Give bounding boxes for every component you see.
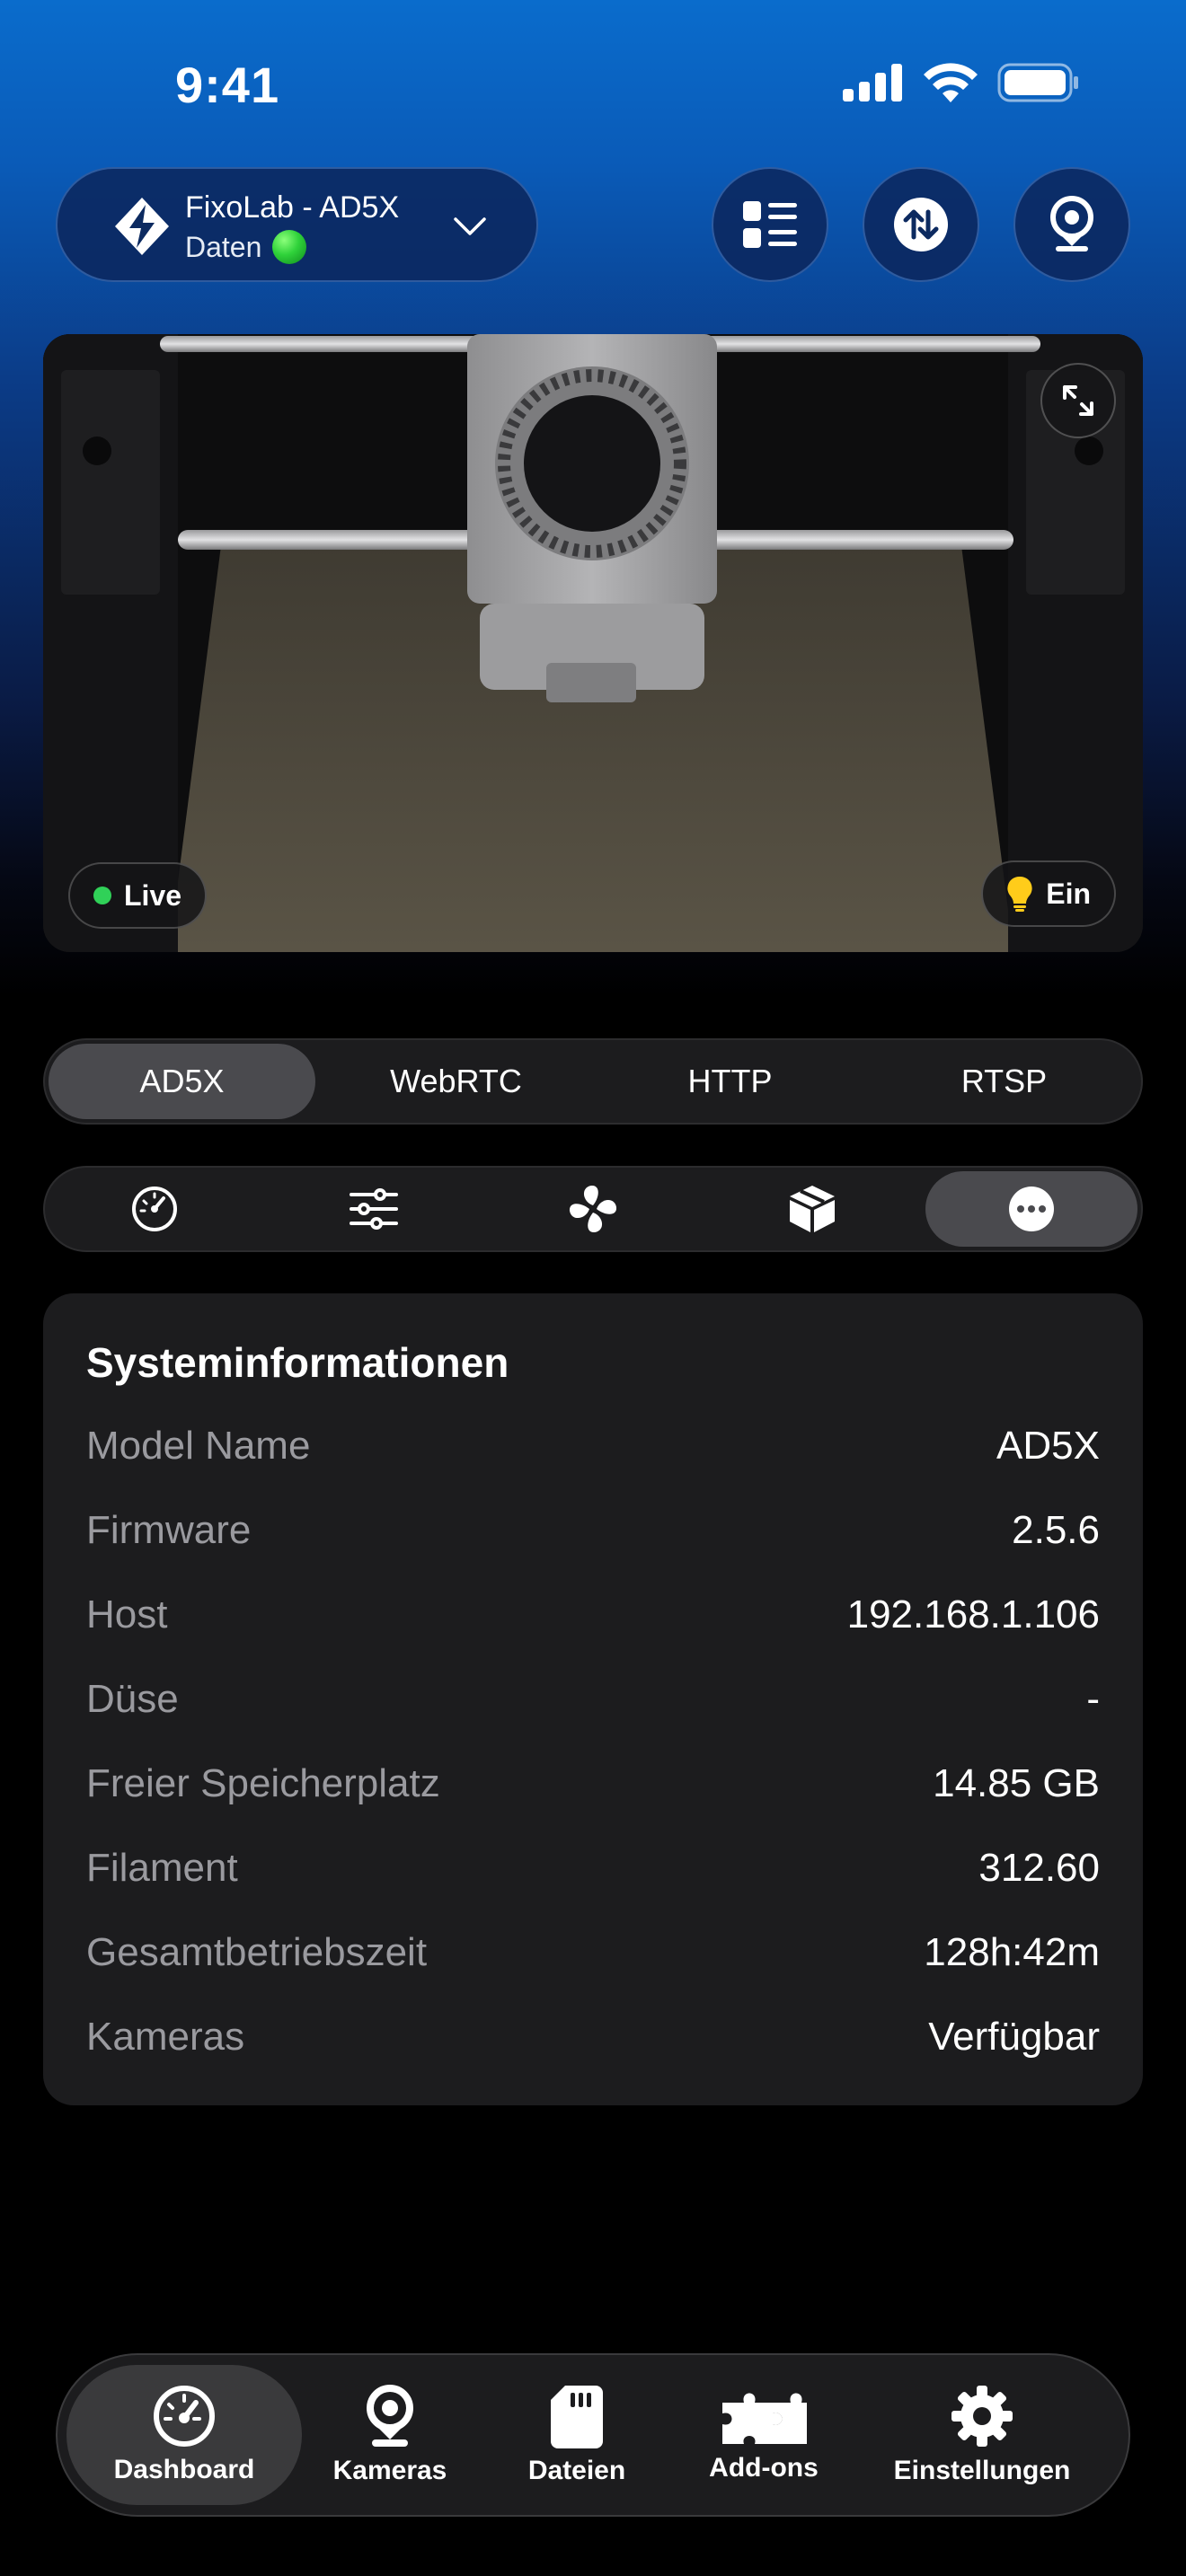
tabbar-einstellungen[interactable]: Einstellungen: [852, 2365, 1112, 2505]
tabbar-dateien[interactable]: Dateien: [478, 2365, 676, 2505]
camera-feed[interactable]: Live Ein: [43, 334, 1143, 952]
printer-status-label: Daten: [185, 230, 262, 263]
tab-controls[interactable]: [268, 1171, 480, 1247]
tab-more[interactable]: [925, 1171, 1137, 1247]
transfer-button[interactable]: [863, 167, 979, 282]
info-row-host: Host 192.168.1.106: [86, 1588, 1100, 1642]
gauge-icon: [132, 1187, 177, 1231]
tabbar-dashboard[interactable]: Dashboard: [66, 2365, 302, 2505]
sliders-icon: [350, 1188, 398, 1230]
info-label: Firmware: [86, 1508, 252, 1552]
printer-name: FixoLab - AD5X: [185, 190, 400, 225]
transfer-icon: [894, 198, 948, 251]
fan-icon: [569, 1185, 617, 1233]
list-button[interactable]: [712, 167, 828, 282]
info-label: Düse: [86, 1677, 179, 1721]
info-value: -: [1086, 1677, 1100, 1721]
webcam-icon: [367, 2385, 413, 2447]
tabbar-kameras[interactable]: Kameras: [302, 2365, 478, 2505]
info-value: 14.85 GB: [933, 1761, 1100, 1805]
info-row-firmware: Firmware 2.5.6: [86, 1504, 1100, 1557]
info-label: Freier Speicherplatz: [86, 1761, 440, 1805]
info-value: 2.5.6: [1012, 1508, 1100, 1552]
status-time: 9:41: [175, 57, 280, 113]
info-value: AD5X: [996, 1424, 1100, 1468]
wifi-icon: [924, 63, 978, 102]
gear-icon: [951, 2386, 1013, 2447]
bottom-tab-bar: Dashboard Kameras Dateien Add-ons Einste…: [56, 2353, 1130, 2517]
stream-segmented-control: AD5X WebRTC HTTP RTSP: [43, 1038, 1143, 1125]
stream-tab-webrtc[interactable]: WebRTC: [323, 1044, 589, 1119]
tabbar-label: Dateien: [527, 2456, 626, 2485]
live-indicator: [93, 887, 111, 904]
info-label: Kameras: [86, 2015, 245, 2059]
light-toggle[interactable]: Ein: [981, 860, 1116, 927]
info-value: 312.60: [978, 1846, 1100, 1890]
webcam-icon: [1050, 196, 1093, 251]
printer-camera-image: [43, 334, 1143, 952]
info-row-filament: Filament 312.60: [86, 1841, 1100, 1895]
printer-status: Daten: [185, 230, 307, 264]
info-label: Host: [86, 1592, 168, 1636]
tabbar-addons[interactable]: Add-ons: [676, 2365, 852, 2505]
stream-tab-ad5x[interactable]: AD5X: [49, 1044, 315, 1119]
stream-tab-rtsp[interactable]: RTSP: [871, 1044, 1137, 1119]
live-label: Live: [124, 878, 182, 912]
list-icon: [743, 201, 797, 248]
expand-icon: [1063, 385, 1093, 416]
webcam-button[interactable]: [1013, 167, 1130, 282]
puzzle-icon: [722, 2393, 807, 2444]
tab-material[interactable]: [706, 1171, 918, 1247]
tabbar-label: Kameras: [332, 2456, 447, 2485]
info-label: Gesamtbetriebszeit: [86, 1930, 428, 1974]
status-icons: [843, 63, 1080, 102]
info-row-model: Model Name AD5X: [86, 1419, 1100, 1473]
info-row-runtime: Gesamtbetriebszeit 128h:42m: [86, 1926, 1100, 1980]
dashboard-icon-tabs: [43, 1166, 1143, 1252]
lightbulb-icon: [1007, 876, 1032, 912]
chevron-down-icon: [454, 217, 486, 235]
gauge-icon: [154, 2386, 215, 2447]
system-info-title: Systeminformationen: [86, 1339, 509, 1386]
tabbar-label: Dashboard: [113, 2455, 255, 2484]
stream-tab-http[interactable]: HTTP: [597, 1044, 863, 1119]
light-label: Ein: [1046, 877, 1091, 910]
cellular-signal-icon: [843, 64, 902, 101]
box-icon: [790, 1186, 835, 1232]
status-indicator: [272, 230, 307, 264]
fullscreen-button[interactable]: [1040, 363, 1116, 438]
sd-card-icon: [551, 2386, 603, 2448]
system-info-card: Systeminformationen Model Name AD5X Firm…: [43, 1293, 1143, 2105]
battery-icon: [997, 63, 1078, 102]
tab-fans[interactable]: [487, 1171, 699, 1247]
tab-status[interactable]: [49, 1171, 261, 1247]
printer-selector[interactable]: FixoLab - AD5X Daten: [56, 167, 538, 282]
more-icon: [1009, 1187, 1054, 1231]
info-label: Model Name: [86, 1424, 311, 1468]
tabbar-label: Add-ons: [709, 2453, 819, 2483]
info-value: 128h:42m: [924, 1930, 1100, 1974]
info-label: Filament: [86, 1846, 238, 1890]
info-value: Verfügbar: [928, 2015, 1100, 2059]
info-row-cameras: Kameras Verfügbar: [86, 2010, 1100, 2064]
info-row-storage: Freier Speicherplatz 14.85 GB: [86, 1757, 1100, 1811]
app-screen: 9:41 FixoLab - AD5X Daten Live Ein AD5X …: [0, 0, 1186, 2576]
flashforge-logo-icon: [115, 198, 169, 255]
info-row-nozzle: Düse -: [86, 1672, 1100, 1726]
info-value: 192.168.1.106: [846, 1592, 1100, 1636]
tabbar-label: Einstellungen: [893, 2456, 1071, 2485]
live-badge: Live: [68, 862, 208, 929]
